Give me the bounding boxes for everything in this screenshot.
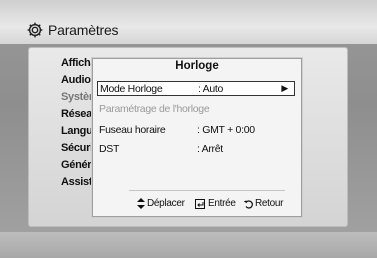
enter-icon [195,198,205,209]
return-hint: Retour [243,198,284,209]
enter-hint: Entrée [195,198,236,209]
option-fuseau-horaire[interactable]: Fuseau horaire : GMT + 0:00 [97,123,295,138]
dialog-footer: Déplacer Entrée Retour [93,198,301,212]
header: Paramètres [26,20,119,40]
enter-label: Entrée [208,198,236,209]
gear-icon [27,22,43,38]
up-down-arrows-icon [137,198,145,209]
move-hint: Déplacer [137,198,185,209]
option-mode-horloge[interactable]: Mode Horloge : Auto ▶ [97,81,295,96]
return-icon [243,199,253,209]
option-label: Mode Horloge [100,83,163,95]
option-dst[interactable]: DST : Arrêt [97,142,295,157]
option-value: : Arrêt [197,143,223,155]
bottom-bar [0,232,377,258]
header-bar: Paramètres [0,0,377,44]
clock-dialog: Horloge Mode Horloge : Auto ▶ Paramétrag… [92,58,302,217]
option-label: Fuseau horaire [99,124,166,136]
option-value: : GMT + 0:00 [197,124,255,136]
option-label: Paramétrage de l'horloge [99,103,210,115]
return-label: Retour [255,198,284,209]
option-label: DST [99,143,120,155]
option-value: : Auto [198,83,224,95]
chevron-right-icon: ▶ [281,83,288,93]
dialog-title: Horloge [175,60,219,72]
footer-divider [129,190,285,191]
menu-item-audio[interactable]: Audio [61,74,91,86]
page-title: Paramètres [48,22,119,38]
move-label: Déplacer [147,198,185,209]
tv-screen: Paramètres Affichage Audio Système Résea… [0,0,377,258]
option-parametrage-horloge: Paramétrage de l'horloge [97,102,295,117]
